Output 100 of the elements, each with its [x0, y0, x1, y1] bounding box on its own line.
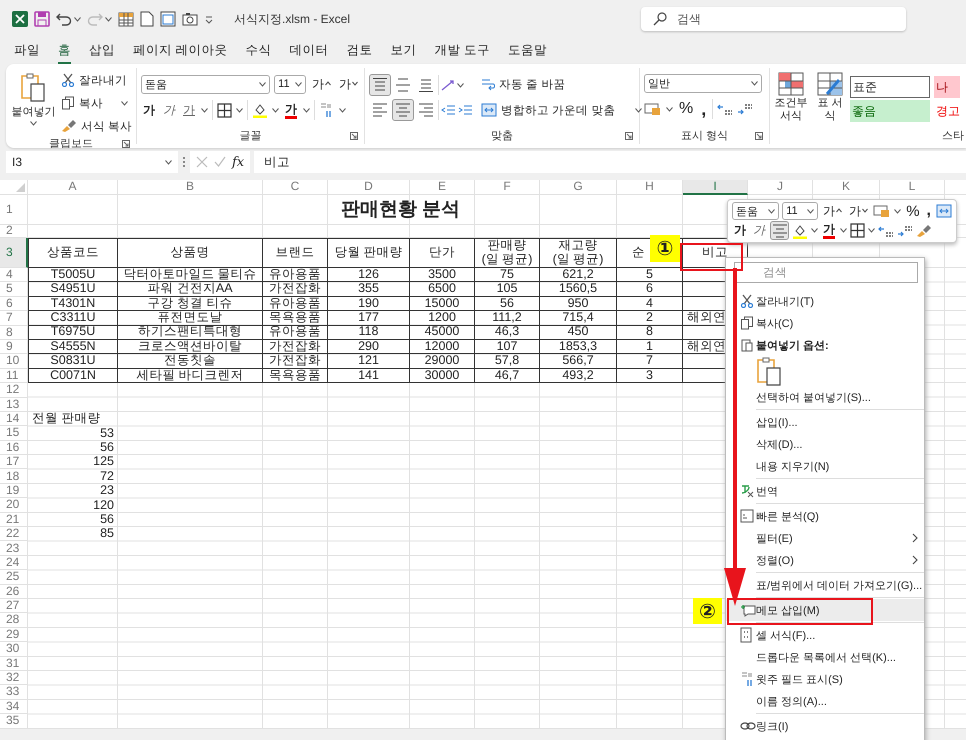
undo-icon[interactable] [56, 11, 72, 27]
caret-icon[interactable] [105, 16, 112, 22]
dialog-launcher-icon[interactable] [122, 140, 130, 148]
scissors-icon[interactable] [740, 294, 754, 308]
copy-icon[interactable] [740, 316, 754, 330]
caret-icon[interactable] [666, 106, 673, 112]
ribbon-tab[interactable]: 데이터 [289, 38, 328, 64]
cell-style-option[interactable]: 경고 [934, 100, 960, 122]
dialog-launcher-icon[interactable] [350, 132, 358, 140]
translate-icon[interactable] [740, 484, 754, 498]
bold-button[interactable]: 가 [141, 100, 157, 120]
caret-down-icon[interactable] [862, 208, 868, 214]
decrease-decimal-icon[interactable] [897, 224, 913, 238]
font-size-dropdown[interactable]: 11 [782, 202, 818, 220]
more-options-icon[interactable] [182, 156, 186, 168]
font-size-dropdown[interactable]: 11 [274, 74, 306, 94]
menu-item[interactable]: 셀 서식(F)... [726, 624, 924, 646]
copy-button[interactable]: 복사 [60, 93, 132, 113]
row-number[interactable]: 12 [0, 383, 28, 398]
fill-color-icon[interactable] [252, 102, 268, 118]
row-number[interactable]: 27 [0, 598, 28, 614]
paste-option-icon[interactable] [756, 356, 782, 386]
italic-button[interactable]: 가 [751, 222, 767, 240]
decrease-font-button[interactable]: 가 [337, 74, 360, 94]
insert-function-button[interactable]: fx [232, 154, 244, 170]
format-painter-button[interactable]: 서식 복사 [60, 116, 132, 136]
increase-decimal-icon[interactable] [878, 224, 894, 238]
copy-icon[interactable] [60, 96, 75, 110]
ribbon-tab[interactable]: 검토 [346, 38, 372, 64]
caret-icon[interactable] [236, 108, 243, 112]
ribbon-tab[interactable]: 도움말 [508, 38, 547, 64]
decrease-indent-icon[interactable] [440, 103, 456, 117]
text-orientation-icon[interactable] [440, 78, 456, 92]
check-icon[interactable] [214, 156, 226, 168]
row-number[interactable]: 19 [0, 484, 28, 498]
name-box[interactable]: I3 [6, 151, 178, 173]
decrease-decimal-icon[interactable] [737, 102, 754, 116]
table-style-icon[interactable] [817, 72, 843, 96]
caret-icon[interactable] [868, 228, 875, 233]
formula-field[interactable]: 비고 [254, 151, 966, 173]
menu-item[interactable]: 링크(I) [726, 715, 924, 737]
row-number[interactable]: 24 [0, 556, 28, 570]
percent-button[interactable]: % [677, 99, 696, 119]
link-icon[interactable] [740, 720, 756, 732]
increase-font-button[interactable]: 가 [310, 74, 333, 94]
format-cells-icon[interactable] [740, 627, 752, 643]
increase-font-button[interactable]: 가 [821, 202, 844, 220]
borders-icon[interactable] [850, 223, 865, 238]
caret-up-icon[interactable] [325, 81, 331, 87]
chevron-right-icon[interactable] [912, 555, 918, 565]
menu-item[interactable]: 삽입(I)... [726, 411, 924, 433]
caret-icon[interactable] [303, 108, 310, 112]
menu-item[interactable]: 빠른 분석(Q) [726, 505, 924, 527]
caret-up-icon[interactable] [836, 208, 842, 214]
number-format-dropdown[interactable]: 일반 [644, 74, 762, 93]
caret-icon[interactable] [635, 108, 642, 112]
row-number[interactable]: 32 [0, 670, 28, 686]
ribbon-tab[interactable]: 수식 [245, 38, 272, 64]
scissors-icon[interactable] [60, 73, 75, 87]
menu-item[interactable]: 필터(E) [726, 527, 924, 549]
font-color-button[interactable]: 가 [821, 222, 837, 240]
brush-icon[interactable] [60, 119, 77, 133]
fill-color-icon[interactable] [792, 222, 808, 238]
menu-item[interactable]: 윗주 필드 표시(S) [726, 668, 924, 690]
menu-item[interactable]: 복사(C) [726, 312, 924, 334]
menu-search-field[interactable]: 검색 [734, 262, 918, 283]
row-number[interactable]: 34 [0, 700, 28, 714]
table-icon[interactable] [118, 11, 134, 27]
chevron-right-icon[interactable] [912, 533, 918, 543]
row-number[interactable]: 29 [0, 628, 28, 642]
customize-toolbar-icon[interactable] [204, 14, 214, 24]
paste-button[interactable]: 붙여넣기 [10, 68, 57, 136]
menu-item[interactable]: 표/범위에서 데이터 가져오기(G)... [726, 574, 924, 596]
menu-item[interactable]: 드롭다운 목록에서 선택(K)... [726, 646, 924, 668]
align-top-button[interactable] [369, 74, 391, 96]
menu-item[interactable]: 잘라내기(T) [726, 290, 924, 312]
cell-style-option[interactable]: 좋음 [850, 100, 930, 122]
caret-icon[interactable] [457, 82, 464, 88]
row-number[interactable]: 4 [0, 268, 28, 282]
brush-icon[interactable] [916, 224, 932, 238]
row-number[interactable]: 17 [0, 455, 28, 470]
dialog-launcher-icon[interactable] [625, 132, 633, 140]
row-number[interactable]: 3 [0, 238, 28, 268]
ribbon-tab[interactable]: 보기 [390, 38, 416, 64]
cut-button[interactable]: 잘라내기 [60, 70, 132, 90]
merge-cells-icon[interactable] [936, 204, 952, 218]
caret-down-icon[interactable] [352, 81, 358, 87]
caret-icon[interactable] [894, 208, 902, 214]
camera-icon[interactable] [182, 11, 198, 27]
caret-icon[interactable] [811, 228, 818, 233]
menu-item[interactable]: 삭제(D)... [726, 433, 924, 455]
comment-add-icon[interactable] [740, 603, 756, 617]
spreadsheet-logo-icon[interactable] [12, 11, 28, 27]
clipboard-icon[interactable] [20, 72, 46, 102]
font-color-button[interactable]: 가 [283, 100, 299, 120]
paste-icon[interactable] [740, 338, 754, 352]
wrap-text-button[interactable]: 자동 줄 바꿈 [481, 74, 642, 94]
caret-icon[interactable] [74, 16, 81, 22]
wrap-text-icon[interactable] [481, 77, 495, 91]
search-field[interactable]: 검색 [641, 7, 906, 31]
